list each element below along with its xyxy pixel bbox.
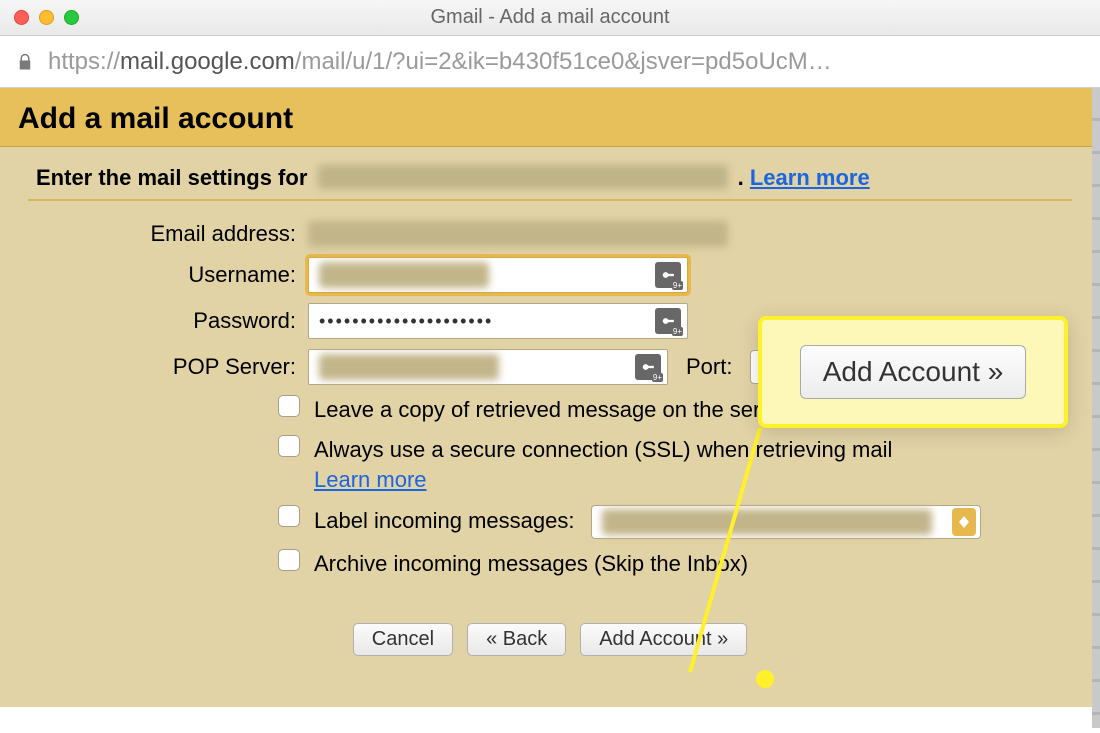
ssl-label: Always use a secure connection (SSL) whe… — [314, 437, 892, 462]
label-incoming-label: Label incoming messages: — [314, 508, 574, 533]
label-incoming-checkbox[interactable] — [278, 505, 300, 527]
callout-leader-dot — [756, 670, 774, 688]
ssl-learn-more-link[interactable]: Learn more — [314, 467, 427, 492]
scrollbar[interactable] — [1092, 88, 1100, 728]
pop-server-input[interactable] — [308, 349, 668, 385]
divider — [28, 199, 1072, 201]
url-host: mail.google.com — [120, 48, 295, 76]
leave-copy-label: Leave a copy of retrieved message on the… — [314, 395, 791, 425]
email-label: Email address: — [28, 221, 308, 247]
pop-server-value-redacted — [319, 354, 499, 380]
page-header: Add a mail account — [0, 88, 1100, 147]
window-title: Gmail - Add a mail account — [0, 6, 1100, 29]
button-row: Cancel « Back Add Account » — [28, 623, 1072, 656]
pop-server-label: POP Server: — [28, 354, 308, 380]
username-input[interactable] — [308, 257, 688, 293]
back-button[interactable]: « Back — [467, 623, 566, 656]
page-title: Add a mail account — [18, 102, 1082, 136]
email-value-redacted — [308, 221, 728, 247]
lock-icon — [16, 51, 34, 73]
url-scheme: https:// — [48, 48, 120, 76]
password-label: Password: — [28, 308, 308, 334]
password-manager-icon[interactable] — [655, 308, 681, 334]
username-value-redacted — [319, 262, 489, 288]
callout-add-account-button: Add Account » — [800, 345, 1027, 399]
address-bar[interactable]: https://mail.google.com/mail/u/1/?ui=2&i… — [0, 36, 1100, 88]
window-titlebar: Gmail - Add a mail account — [0, 0, 1100, 36]
archive-label: Archive incoming messages (Skip the Inbo… — [314, 549, 748, 579]
port-label: Port: — [686, 354, 732, 380]
leave-copy-checkbox[interactable] — [278, 395, 300, 417]
add-account-button[interactable]: Add Account » — [580, 623, 747, 656]
password-manager-icon[interactable] — [635, 354, 661, 380]
password-manager-icon[interactable] — [655, 262, 681, 288]
callout-highlight: Add Account » — [758, 316, 1068, 428]
cancel-button[interactable]: Cancel — [353, 623, 453, 656]
archive-checkbox[interactable] — [278, 549, 300, 571]
url-path: /mail/u/1/?ui=2&ik=b430f51ce0&jsver=pd5o… — [295, 48, 832, 76]
stepper-icon[interactable] — [952, 508, 976, 536]
username-label: Username: — [28, 262, 308, 288]
redacted-email — [318, 165, 728, 189]
instruction-text: Enter the mail settings for . Learn more — [36, 165, 1072, 191]
label-incoming-value-redacted — [602, 509, 932, 535]
password-input[interactable]: ••••••••••••••••••••• — [308, 303, 688, 339]
ssl-checkbox[interactable] — [278, 435, 300, 457]
learn-more-link[interactable]: Learn more — [750, 165, 870, 190]
password-masked: ••••••••••••••••••••• — [319, 311, 493, 332]
label-incoming-select[interactable] — [591, 505, 981, 539]
